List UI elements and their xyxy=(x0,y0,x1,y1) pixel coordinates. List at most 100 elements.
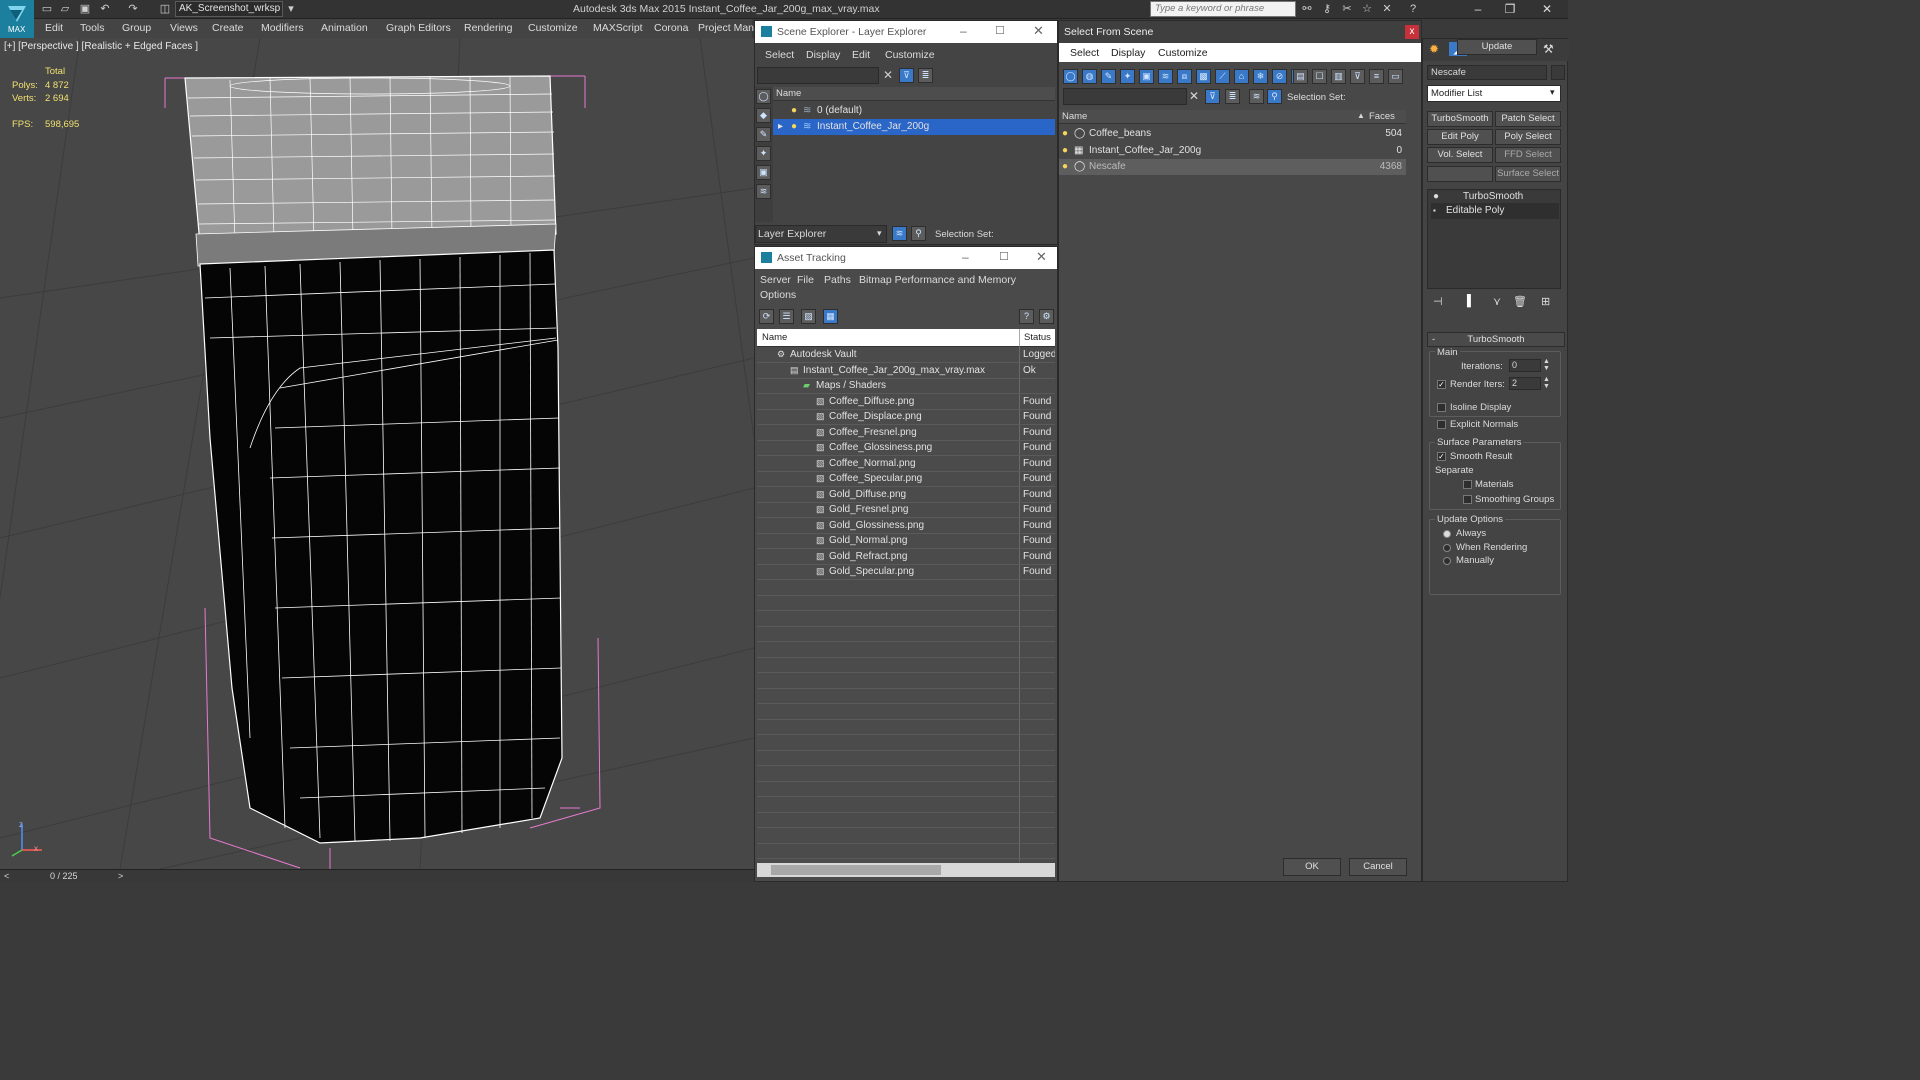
hierarchy-icon[interactable]: ≡ xyxy=(1369,69,1384,84)
asset-row[interactable]: ▧ Gold_Specular.png Found xyxy=(757,564,1055,580)
display-cameras-icon[interactable]: ▣ xyxy=(756,165,771,180)
chevron-left-icon[interactable]: < xyxy=(4,871,9,881)
chevron-down-icon[interactable]: ▾ xyxy=(877,228,882,239)
lightbulb-icon[interactable]: ● xyxy=(1433,189,1439,204)
menu-rendering[interactable]: Rendering xyxy=(464,22,512,34)
display-none-icon[interactable]: ◯ xyxy=(756,89,771,104)
menu-customize[interactable]: Customize xyxy=(1158,47,1208,59)
table-icon[interactable]: ▦ xyxy=(823,309,838,324)
binoculars-icon[interactable]: ⚯ xyxy=(1300,3,1314,16)
x-icon[interactable]: ✕ xyxy=(1380,3,1394,16)
layer-row[interactable]: ● ≋ 0 (default) xyxy=(773,103,1055,119)
hierarchy-icon[interactable]: ⚲ xyxy=(911,226,926,241)
minimize-icon[interactable]: – xyxy=(962,250,969,264)
display-spacewarps-icon[interactable]: ≋ xyxy=(1158,69,1173,84)
settings-icon[interactable]: ⚙ xyxy=(1039,309,1054,324)
maximize-button[interactable]: ❐ xyxy=(1500,2,1520,17)
menu-group[interactable]: Group xyxy=(122,22,151,34)
layer-row-selected[interactable]: ▸ ● ≋ Instant_Coffee_Jar_200g xyxy=(773,119,1055,135)
display-groups-icon[interactable]: ⧈ xyxy=(1177,69,1192,84)
asset-row[interactable]: ▧ Coffee_Diffuse.png Found xyxy=(757,394,1055,410)
hierarchy-icon[interactable]: ⚲ xyxy=(1267,89,1282,104)
object-name-input[interactable]: Nescafe xyxy=(1427,65,1547,80)
display-geometry-icon[interactable]: ◯ xyxy=(1063,69,1078,84)
when-rendering-radio[interactable] xyxy=(1443,544,1451,552)
cancel-button[interactable]: Cancel xyxy=(1349,858,1407,876)
sfs-col-faces[interactable]: Faces xyxy=(1366,110,1406,124)
modifier-button-turbosmooth[interactable]: TurboSmooth xyxy=(1427,111,1493,127)
layer-explorer-icon[interactable]: ≋ xyxy=(1249,89,1264,104)
chevron-down-icon[interactable]: ▾ xyxy=(284,3,298,16)
menu-customize[interactable]: Customize xyxy=(885,49,935,61)
chevron-right-icon[interactable]: > xyxy=(118,871,123,881)
help-icon[interactable]: ? xyxy=(1406,3,1420,16)
redo-icon[interactable]: ↷ xyxy=(126,3,140,16)
modifier-button-empty[interactable] xyxy=(1427,166,1493,182)
collapse-icon[interactable]: - xyxy=(1432,333,1435,346)
clear-icon[interactable]: ✕ xyxy=(1189,89,1199,103)
object-row[interactable]: ● ◯ Nescafe 4368 xyxy=(1059,159,1406,175)
maximize-icon[interactable]: ☐ xyxy=(995,24,1005,37)
help-icon[interactable]: ? xyxy=(1019,309,1034,324)
render-iters-input[interactable]: 2 xyxy=(1509,377,1541,390)
modifier-button-vol-select[interactable]: Vol. Select xyxy=(1427,147,1493,163)
display-lights-icon[interactable]: ✎ xyxy=(1101,69,1116,84)
pin-stack-icon[interactable]: ⊣ xyxy=(1433,295,1443,308)
select-from-scene-search[interactable] xyxy=(1063,88,1187,105)
layer-explorer-icon[interactable]: ≋ xyxy=(892,226,907,241)
asset-row[interactable]: ▧ Gold_Normal.png Found xyxy=(757,533,1055,549)
refresh-icon[interactable]: ⟳ xyxy=(759,309,774,324)
menu-tools[interactable]: Tools xyxy=(80,22,105,34)
explorer-mode-dropdown[interactable]: Layer Explorer xyxy=(755,225,887,243)
object-color-swatch[interactable] xyxy=(1551,65,1565,80)
menu-maxscript[interactable]: MAXScript xyxy=(593,22,643,34)
modifier-button-ffd-select[interactable]: FFD Select xyxy=(1495,147,1561,163)
menu-edit[interactable]: Edit xyxy=(45,22,63,34)
display-frozen-icon[interactable]: ❄ xyxy=(1253,69,1268,84)
menu-display[interactable]: Display xyxy=(1111,47,1145,59)
filter-icon[interactable]: ⊽ xyxy=(1350,69,1365,84)
update-button[interactable]: Update xyxy=(1457,39,1537,55)
display-cameras-icon[interactable]: ✦ xyxy=(1120,69,1135,84)
always-radio[interactable] xyxy=(1443,530,1451,538)
display-hidden-icon[interactable]: ⊘ xyxy=(1272,69,1287,84)
app-logo[interactable]: MAX xyxy=(0,0,34,38)
open-file-icon[interactable]: ▱ xyxy=(58,3,72,16)
object-row[interactable]: ● ▦ Instant_Coffee_Jar_200g 0 xyxy=(1059,143,1406,159)
filter-icon[interactable]: ⊽ xyxy=(1205,89,1220,104)
asset-row[interactable]: ▧ Gold_Diffuse.png Found xyxy=(757,487,1055,503)
minimize-button[interactable]: – xyxy=(1468,2,1488,17)
select-none-icon[interactable]: ☐ xyxy=(1312,69,1327,84)
menu-views[interactable]: Views xyxy=(170,22,198,34)
create-tab-icon[interactable]: ✹ xyxy=(1429,42,1439,56)
modifier-list-dropdown[interactable]: Modifier List xyxy=(1427,85,1561,102)
list-icon[interactable]: ☰ xyxy=(779,309,794,324)
viewport-label[interactable]: [+] [Perspective ] [Realistic + Edged Fa… xyxy=(4,41,198,52)
menu-select[interactable]: Select xyxy=(765,49,794,61)
menu-corona[interactable]: Corona xyxy=(654,22,688,34)
display-xrefs-icon[interactable]: ▩ xyxy=(1196,69,1211,84)
menu-customize[interactable]: Customize xyxy=(528,22,578,34)
lightbulb-icon[interactable]: ● xyxy=(1062,126,1068,141)
stack-item-editable-poly[interactable]: ▪ Editable Poly xyxy=(1431,203,1559,219)
explicit-normals-checkbox[interactable] xyxy=(1437,420,1446,429)
expand-icon[interactable]: ▪ xyxy=(1433,203,1436,218)
sort-up-icon[interactable]: ▲ xyxy=(1357,111,1365,120)
isoline-checkbox[interactable] xyxy=(1437,403,1446,412)
display-helpers-icon[interactable]: ▣ xyxy=(1139,69,1154,84)
filter-icon[interactable]: ⊽ xyxy=(899,68,914,83)
menu-graph-editors[interactable]: Graph Editors xyxy=(386,22,451,34)
close-button[interactable]: x xyxy=(1405,25,1419,39)
search-input[interactable]: Type a keyword or phrase xyxy=(1150,1,1296,17)
menu-server[interactable]: Server xyxy=(760,274,791,286)
menu-bitmap-performance-and-memory[interactable]: Bitmap Performance and Memory xyxy=(859,274,1016,286)
asset-row[interactable]: ▧ Coffee_Fresnel.png Found xyxy=(757,425,1055,441)
scene-explorer-search[interactable] xyxy=(757,67,879,84)
render-iters-checkbox[interactable]: ✓ xyxy=(1437,380,1446,389)
display-geometry-icon[interactable]: ◆ xyxy=(756,108,771,123)
lightbulb-icon[interactable]: ● xyxy=(791,119,797,134)
asset-row[interactable]: ▧ Coffee_Specular.png Found xyxy=(757,471,1055,487)
sfs-col-name[interactable]: Name xyxy=(1059,110,1366,124)
display-shapes-icon[interactable]: ◍ xyxy=(1082,69,1097,84)
modifier-button-poly-select[interactable]: Poly Select xyxy=(1495,129,1561,145)
